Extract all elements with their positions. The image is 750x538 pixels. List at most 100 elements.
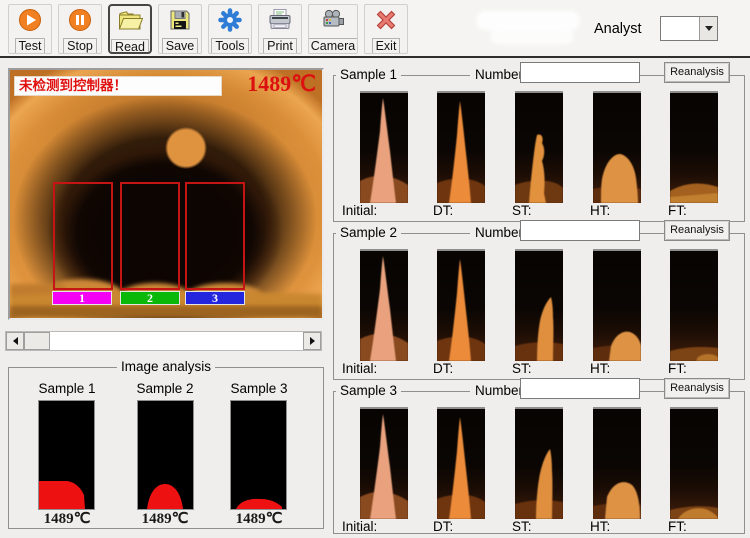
sample-1-st-thumbnail	[515, 91, 563, 203]
sample-1-initial-thumbnail	[360, 91, 408, 203]
sample-2-temperature: 1489℃	[125, 509, 205, 528]
sample-1-reanalysis-button[interactable]: Reanalysis	[664, 62, 730, 83]
scrollbar-track[interactable]	[50, 332, 303, 350]
sample-1-number-input[interactable]	[520, 62, 640, 83]
sample-2-marker: 2	[120, 291, 180, 305]
sample-2-label: Sample 2	[125, 381, 205, 396]
sample-2-ft-thumbnail	[670, 249, 718, 361]
sample-3-reanalysis-button[interactable]: Reanalysis	[664, 378, 730, 399]
camera-view-panel: 1 2 3 未检测到控制器！ 1489℃	[8, 68, 324, 320]
redacted-text	[492, 30, 572, 42]
scrollbar-thumb[interactable]	[24, 332, 50, 350]
sample-3-marker: 3	[185, 291, 245, 305]
initial-stage-label: Initial:	[342, 361, 377, 376]
print-button[interactable]: Print	[258, 4, 302, 54]
dt-stage-label: DT:	[433, 361, 453, 376]
sample-2-initial-thumbnail	[360, 249, 408, 361]
scroll-left-button[interactable]	[6, 332, 24, 350]
analyst-label: Analyst	[594, 21, 642, 37]
image-analysis-title: Image analysis	[117, 359, 215, 374]
sample-3-initial-thumbnail	[360, 407, 408, 519]
gear-icon	[217, 7, 243, 38]
exit-button-label: Exit	[372, 38, 401, 54]
sample-1-label: Sample 1	[27, 381, 107, 396]
ft-stage-label: FT:	[668, 519, 687, 534]
roi-rectangle-2	[120, 182, 180, 290]
camera-button[interactable]: Camera	[308, 4, 358, 54]
sample-2-number-input[interactable]	[520, 220, 640, 241]
chevron-down-icon	[705, 26, 713, 31]
save-button[interactable]: Save	[158, 4, 202, 54]
redacted-text	[478, 13, 578, 28]
scroll-right-button[interactable]	[303, 332, 321, 350]
sample-2-dt-thumbnail	[437, 249, 485, 361]
analyst-dropdown-value	[661, 17, 699, 40]
st-stage-label: ST:	[512, 203, 532, 218]
stop-button[interactable]: Stop	[58, 4, 102, 54]
ht-stage-label: HT:	[590, 203, 610, 218]
sample-3-temperature: 1489℃	[219, 509, 299, 528]
furnace-live-image: 1 2 3 未检测到控制器！ 1489℃	[10, 70, 322, 318]
read-button-label: Read	[111, 39, 149, 54]
arrow-right-icon	[310, 337, 315, 345]
analysis-thumbnail-sample-3	[231, 401, 286, 509]
test-button[interactable]: Test	[8, 4, 52, 54]
furnace-temperature: 1489℃	[247, 71, 316, 97]
pause-icon	[67, 7, 93, 38]
sample-3-dt-thumbnail	[437, 407, 485, 519]
test-button-label: Test	[15, 38, 46, 54]
ft-stage-label: FT:	[668, 203, 687, 218]
exit-button[interactable]: Exit	[364, 4, 408, 54]
horizontal-scrollbar[interactable]	[5, 331, 322, 351]
sample-3-number-input[interactable]	[520, 378, 640, 399]
exit-cross-icon	[373, 7, 399, 38]
sample-1-panel-title: Sample 1	[336, 67, 401, 82]
stop-button-label: Stop	[63, 38, 97, 54]
sample-3-ht-thumbnail	[593, 407, 641, 519]
toolbar: Test Stop Read Save	[0, 0, 750, 58]
st-stage-label: ST:	[512, 361, 532, 376]
open-folder-icon	[117, 8, 143, 39]
analysis-thumbnail-sample-2	[138, 401, 193, 509]
video-camera-icon	[320, 7, 346, 38]
initial-stage-label: Initial:	[342, 519, 377, 534]
sample-3-panel-title: Sample 3	[336, 383, 401, 398]
roi-rectangle-3	[185, 182, 245, 290]
image-analysis-groupbox: Image analysis Sample 1 Sample 2 Sample …	[8, 367, 324, 529]
st-stage-label: ST:	[512, 519, 532, 534]
ft-stage-label: FT:	[668, 361, 687, 376]
analysis-thumbnail-sample-1	[39, 401, 94, 509]
play-icon	[17, 7, 43, 38]
tools-button-label: Tools	[211, 38, 248, 54]
save-button-label: Save	[162, 38, 199, 54]
printer-icon	[267, 7, 293, 38]
dt-stage-label: DT:	[433, 203, 453, 218]
roi-rectangle-1	[53, 182, 113, 290]
dt-stage-label: DT:	[433, 519, 453, 534]
controller-warning-message: 未检测到控制器！	[14, 76, 222, 96]
sample-3-ft-thumbnail	[670, 407, 718, 519]
sample-2-ht-thumbnail	[593, 249, 641, 361]
floppy-icon	[167, 7, 193, 38]
read-button[interactable]: Read	[108, 4, 152, 54]
sample-3-st-thumbnail	[515, 407, 563, 519]
print-button-label: Print	[263, 38, 297, 54]
dropdown-arrow-button[interactable]	[699, 17, 717, 40]
analyst-dropdown[interactable]	[660, 16, 718, 41]
sample-1-temperature: 1489℃	[27, 509, 107, 528]
sample-3-label: Sample 3	[219, 381, 299, 396]
sample-2-panel-title: Sample 2	[336, 225, 401, 240]
arrow-left-icon	[13, 337, 18, 345]
initial-stage-label: Initial:	[342, 203, 377, 218]
tools-button[interactable]: Tools	[208, 4, 252, 54]
sample-1-dt-thumbnail	[437, 91, 485, 203]
sample-1-ht-thumbnail	[593, 91, 641, 203]
sample-2-st-thumbnail	[515, 249, 563, 361]
sample-2-panel: Sample 2 Number Reanalysis Initial: DT: …	[333, 220, 746, 380]
ht-stage-label: HT:	[590, 361, 610, 376]
sample-1-panel: Sample 1 Number Reanalysis Initial: DT: …	[333, 62, 746, 222]
sample-1-marker: 1	[52, 291, 112, 305]
sample-2-reanalysis-button[interactable]: Reanalysis	[664, 220, 730, 241]
camera-button-label: Camera	[308, 38, 358, 54]
toolbar-buttons: Test Stop Read Save	[8, 4, 408, 54]
